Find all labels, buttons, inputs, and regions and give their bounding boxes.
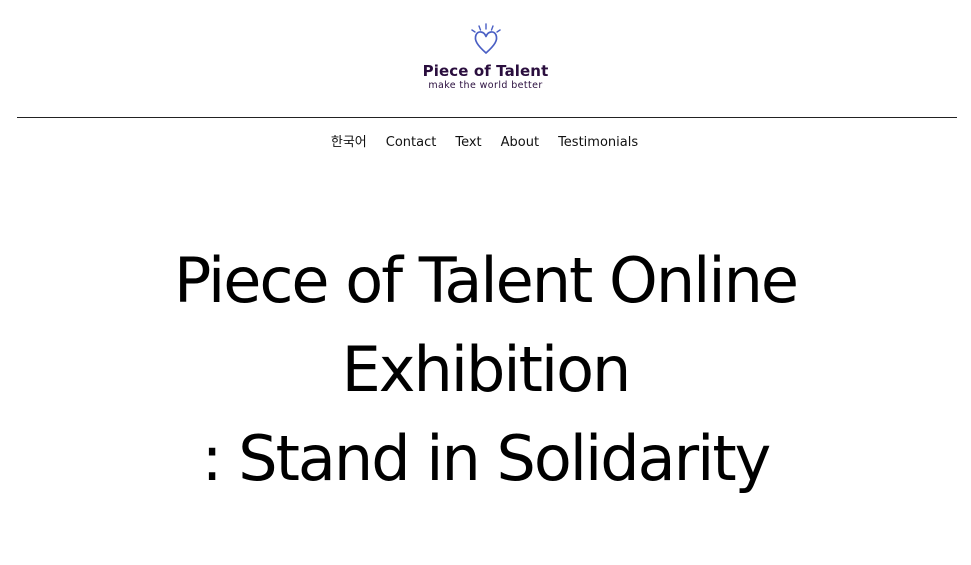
page-title-line-1: Piece of Talent Online bbox=[173, 244, 799, 317]
site-logo[interactable]: Piece of Talent make the world better bbox=[0, 22, 971, 92]
main-nav: 한국어 Contact Text About Testimonials bbox=[0, 133, 971, 153]
site-header: Piece of Talent make the world better 한국… bbox=[0, 0, 971, 150]
nav-item-contact[interactable]: Contact bbox=[386, 133, 437, 153]
page-title: Piece of Talent Online Exhibition : Stan… bbox=[0, 236, 971, 503]
nav-item-korean[interactable]: 한국어 bbox=[331, 133, 367, 153]
page-title-line-2: Exhibition bbox=[341, 333, 632, 406]
header-divider bbox=[17, 117, 957, 118]
logo-tagline: make the world better bbox=[428, 80, 543, 91]
nav-item-text[interactable]: Text bbox=[455, 133, 481, 153]
logo-name: Piece of Talent bbox=[422, 62, 549, 80]
nav-item-about[interactable]: About bbox=[501, 133, 539, 153]
nav-item-testimonials[interactable]: Testimonials bbox=[558, 133, 638, 153]
heart-icon bbox=[470, 23, 501, 54]
page-title-line-3: : Stand in Solidarity bbox=[201, 422, 772, 495]
